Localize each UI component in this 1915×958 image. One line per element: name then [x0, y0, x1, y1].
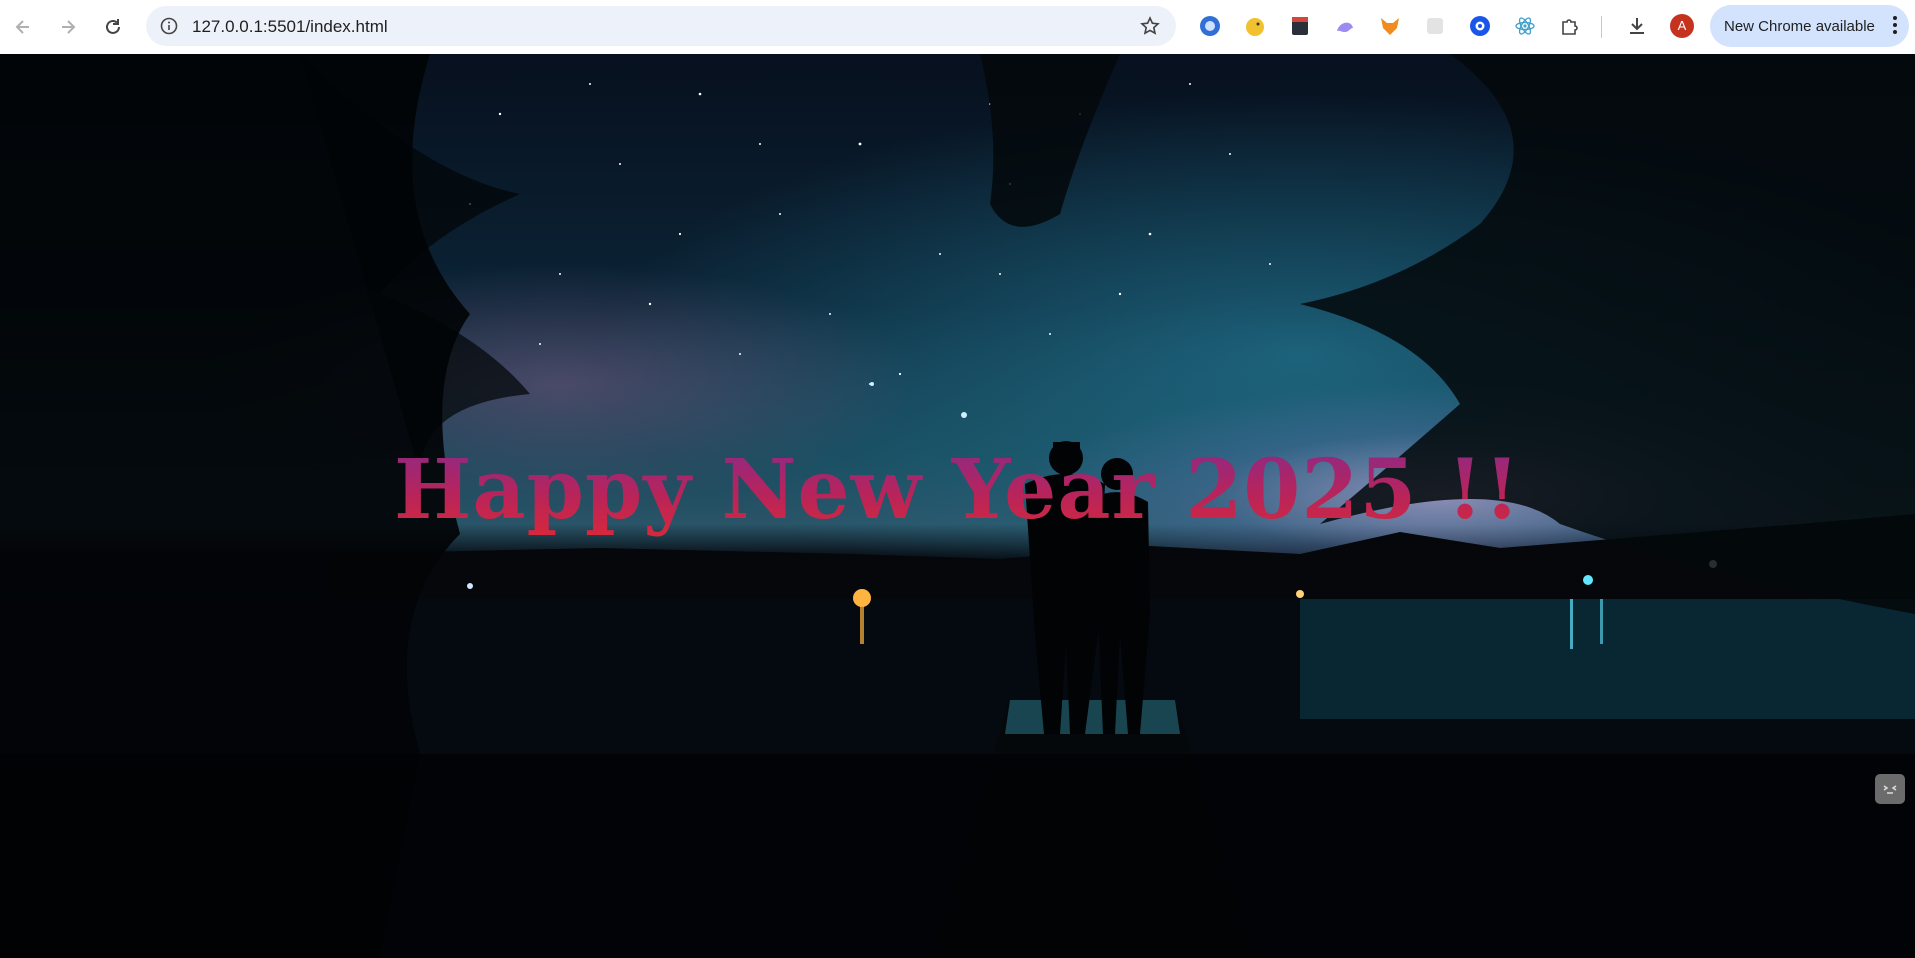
forward-arrow-icon [62, 20, 76, 34]
downloads-icon[interactable] [1622, 11, 1652, 41]
fox-extension-icon[interactable] [1375, 11, 1405, 41]
profile-initial: A [1677, 18, 1687, 33]
floating-widget-button[interactable] [1875, 774, 1905, 804]
more-menu-icon[interactable] [1891, 13, 1899, 37]
site-info-icon[interactable] [160, 17, 178, 35]
toolbar-divider [1601, 16, 1602, 38]
gray-extension-icon[interactable] [1420, 11, 1450, 41]
address-bar[interactable]: 127.0.0.1:5501/index.html [146, 6, 1176, 46]
react-extension-icon[interactable] [1510, 11, 1540, 41]
blue-ring-extension-icon[interactable] [1465, 11, 1495, 41]
profile-avatar[interactable]: A [1667, 11, 1697, 41]
chrome-update-button[interactable]: New Chrome available [1710, 5, 1909, 47]
bookmark-star-icon[interactable] [1140, 16, 1160, 36]
forward-button[interactable] [50, 9, 86, 45]
blue-circle-extension-icon[interactable] [1195, 11, 1225, 41]
reload-button[interactable] [95, 9, 131, 45]
ghost-extension-icon[interactable] [1330, 11, 1360, 41]
stars [469, 83, 1271, 418]
back-button[interactable] [5, 9, 41, 45]
yellow-duck-extension-icon[interactable] [1240, 11, 1270, 41]
reload-icon [106, 19, 120, 34]
face-icon [1883, 785, 1897, 794]
page-viewport: Happy New Year 2025 !! [0, 54, 1915, 958]
back-arrow-icon [15, 20, 29, 34]
url-text: 127.0.0.1:5501/index.html [192, 17, 388, 36]
browser-toolbar: 127.0.0.1:5501/index.html A New Chrome a [0, 0, 1915, 54]
extensions-puzzle-icon[interactable] [1555, 11, 1585, 41]
dark-book-extension-icon[interactable] [1285, 11, 1315, 41]
new-year-heading: Happy New Year 2025 !! [0, 442, 1915, 538]
update-label: New Chrome available [1724, 18, 1875, 35]
